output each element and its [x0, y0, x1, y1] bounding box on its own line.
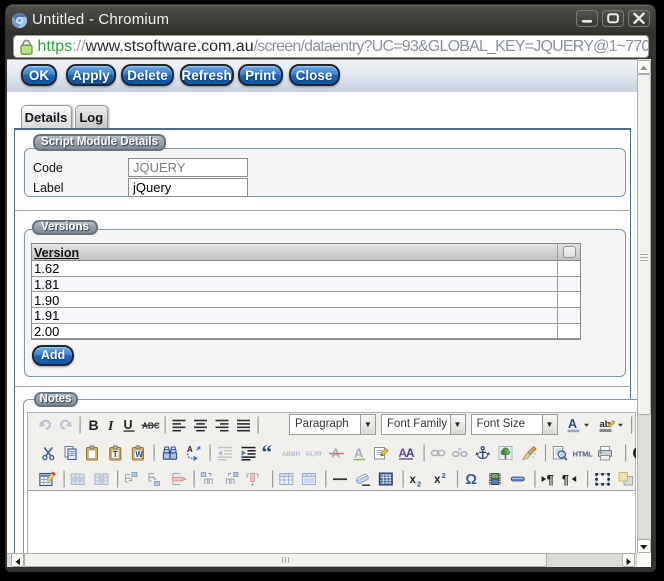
svg-text:“: “	[261, 440, 272, 464]
svg-text:W: W	[135, 450, 143, 459]
svg-text:¶: ¶	[546, 472, 553, 487]
svg-text:T: T	[112, 450, 117, 459]
svg-text:HTML: HTML	[572, 449, 593, 458]
svg-text:x: x	[434, 474, 441, 486]
svg-text:B: B	[88, 417, 98, 433]
svg-text:A: A	[405, 446, 414, 460]
svg-text:A: A	[187, 445, 193, 454]
svg-text:Ω: Ω	[465, 472, 477, 488]
svg-text:ABBR: ABBR	[282, 451, 301, 458]
svg-text:x: x	[409, 474, 416, 486]
svg-text:¶: ¶	[561, 472, 568, 487]
svg-text:2: 2	[417, 479, 421, 488]
svg-text:66,99: 66,99	[305, 450, 321, 458]
svg-text:A: A	[354, 445, 364, 460]
svg-text:A: A	[568, 417, 577, 431]
svg-text:U: U	[123, 418, 132, 432]
svg-text:I: I	[107, 419, 114, 434]
svg-text:2: 2	[441, 471, 445, 480]
